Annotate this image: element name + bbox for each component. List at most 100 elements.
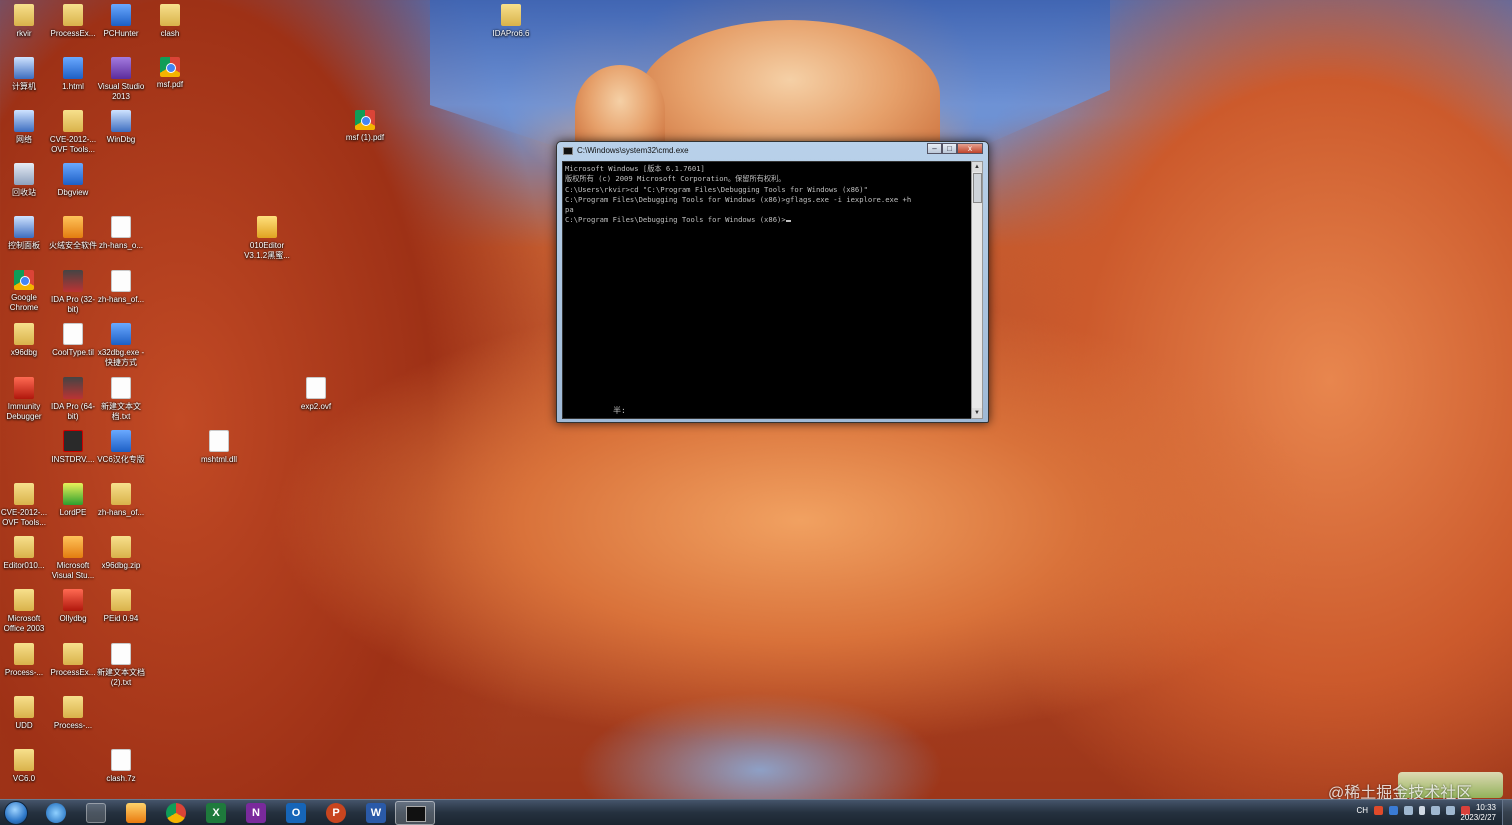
desktop-icon-new-text-2[interactable]: 新建文本文档 (2).txt (94, 643, 148, 688)
desktop-icon-recycle-bin[interactable]: 回收站 (0, 163, 51, 198)
zip-icon (111, 536, 131, 558)
x32dbg-icon (111, 323, 131, 345)
desktop-icon-x32dbg[interactable]: x32dbg.exe - 快捷方式 (94, 323, 148, 368)
ie-file-icon (63, 57, 83, 79)
desktop-icon-zh-hans-of-a[interactable]: zh-hans_of... (94, 270, 148, 305)
desktop-icon-ms-visual-studio[interactable]: Microsoft Visual Stu... (46, 536, 100, 581)
word-icon[interactable]: W (366, 803, 386, 823)
desktop-icon-huorong[interactable]: 火绒安全软件 (46, 216, 100, 251)
sys-icon (63, 430, 83, 452)
language-indicator[interactable]: CH (1356, 806, 1368, 815)
desktop-icon-control-panel[interactable]: 控制面板 (0, 216, 51, 251)
desktop-icon-ida-32[interactable]: IDA Pro (32-bit) (46, 270, 100, 315)
desktop-icon-network[interactable]: 网络 (0, 110, 51, 145)
maximize-button[interactable]: □ (942, 143, 957, 154)
desktop-icon-visual-studio[interactable]: Visual Studio 2013 (94, 57, 148, 102)
desktop-icon-x96dbg-zip[interactable]: x96dbg.zip (94, 536, 148, 571)
vertical-scrollbar[interactable]: ▲ ▼ (971, 161, 983, 419)
desktop-icon-1-html[interactable]: 1.html (46, 57, 100, 92)
desktop-icon-vc6-cn[interactable]: VC6汉化专版 (94, 430, 148, 465)
desktop-icon-cve-2012-a[interactable]: CVE-2012-... OVF Tools... (46, 110, 100, 155)
desktop-icon-clash-7z[interactable]: clash.7z (94, 749, 148, 784)
windbg-icon (111, 110, 131, 132)
onenote-icon[interactable]: N (246, 803, 266, 823)
desktop-icon-process-b[interactable]: Process-... (46, 696, 100, 731)
desktop-icon-cooltype[interactable]: CoolType.til (46, 323, 100, 358)
desktop-icon-editor010[interactable]: Editor010... (0, 536, 51, 571)
desktop-icon-mshtml-dll[interactable]: mshtml.dll (192, 430, 246, 465)
lordpe-icon (63, 483, 83, 505)
cmd-window-title: C:\Windows\system32\cmd.exe (577, 146, 689, 155)
desktop-icon-office-2003[interactable]: Microsoft Office 2003 (0, 589, 51, 634)
cmd-window[interactable]: C:\Windows\system32\cmd.exe – □ x Micros… (556, 141, 989, 423)
desktop-icon-rkvir[interactable]: rkvir (0, 4, 51, 39)
dll-icon (209, 430, 229, 452)
desktop-icon-010editor[interactable]: 010Editor V3.1.2黑蜜... (240, 216, 294, 261)
chrome-icon (14, 270, 34, 290)
minimize-button[interactable]: – (927, 143, 942, 154)
folder-icon (63, 696, 83, 718)
scroll-up-arrow-icon[interactable]: ▲ (972, 162, 982, 172)
desktop-icon-peid[interactable]: PEid 0.94 (94, 589, 148, 624)
network-tray-icon[interactable] (1404, 806, 1413, 815)
close-button[interactable]: x (957, 143, 983, 154)
volume-icon[interactable] (1431, 806, 1440, 815)
cmd-taskbar-button[interactable] (395, 801, 435, 825)
desktop-icon-processex-b[interactable]: ProcessEx... (46, 643, 100, 678)
powerpoint-icon[interactable]: P (326, 803, 346, 823)
desktop-icon-cve-2012-b[interactable]: CVE-2012-... OVF Tools... (0, 483, 51, 528)
desktop-icon-dbgview[interactable]: Dbgview (46, 163, 100, 198)
windows-explorer-icon[interactable] (86, 803, 106, 823)
desktop-icon-msf-1-pdf[interactable]: msf (1).pdf (338, 110, 392, 143)
security-tray-icon[interactable] (1374, 806, 1383, 815)
desktop-icon-udd[interactable]: UDD (0, 696, 51, 731)
desktop-icon-immunity[interactable]: Immunity Debugger (0, 377, 51, 422)
desktop-icon-msf-pdf[interactable]: msf.pdf (143, 57, 197, 90)
ida-icon (63, 270, 83, 292)
desktop-icon-new-text[interactable]: 新建文本文档.txt (94, 377, 148, 422)
cmd-titlebar[interactable]: C:\Windows\system32\cmd.exe – □ x (557, 142, 988, 160)
pchunter-icon (111, 4, 131, 26)
desktop-icon-x96dbg[interactable]: x96dbg (0, 323, 51, 358)
desktop-icon-ida-64[interactable]: IDA Pro (64-bit) (46, 377, 100, 422)
desktop-icon-google-chrome[interactable]: Google Chrome (0, 270, 51, 313)
clock[interactable]: 10:33 2023/2/27 (1460, 803, 1496, 823)
desktop-icon-vc60[interactable]: VC6.0 (0, 749, 51, 784)
desktop-icon-pchunter[interactable]: PCHunter (94, 4, 148, 39)
scroll-thumb[interactable] (973, 173, 982, 203)
desktop-icon-windbg[interactable]: WinDbg (94, 110, 148, 145)
start-orb-icon[interactable] (4, 801, 28, 825)
desktop-icon-zh-hans-o[interactable]: zh-hans_o... (94, 216, 148, 251)
clock-time: 10:33 (1475, 803, 1496, 812)
desktop-icon-lordpe[interactable]: LordPE (46, 483, 100, 518)
desktop-icon-ollydbg[interactable]: Ollydbg (46, 589, 100, 624)
cmd-window-icon[interactable] (563, 147, 573, 155)
text-file-icon (111, 377, 131, 399)
chrome-taskbar-icon[interactable] (166, 803, 186, 823)
show-hidden-icons-icon[interactable] (1419, 806, 1425, 815)
file-icon (111, 749, 131, 771)
desktop-icon-instdrv[interactable]: INSTDRV.... (46, 430, 100, 465)
desktop-icon-zh-hans-of-b[interactable]: zh-hans_of... (94, 483, 148, 518)
help-tray-icon[interactable] (1389, 806, 1398, 815)
console-output[interactable]: Microsoft Windows [版本 6.1.7601] 版权所有 (c) … (562, 161, 975, 419)
console-prompt: C:\Program Files\Debugging Tools for Win… (565, 215, 786, 225)
desktop-icon-processex[interactable]: ProcessEx... (46, 4, 100, 39)
internet-explorer-icon[interactable] (46, 803, 66, 823)
action-center-icon[interactable] (1446, 806, 1455, 815)
immunity-icon (14, 377, 34, 399)
desktop-icon-idapro66[interactable]: IDAPro6.6 (484, 4, 538, 39)
desktop-icon-computer[interactable]: 计算机 (0, 57, 51, 92)
desktop-icon-clash[interactable]: clash (143, 4, 197, 39)
ime-indicator: 半: (613, 405, 626, 415)
desktop-icon-exp2-ovf[interactable]: exp2.ovf (289, 377, 343, 412)
show-desktop-button[interactable] (1502, 800, 1512, 825)
ollydbg-icon (63, 589, 83, 611)
media-player-icon[interactable] (126, 803, 146, 823)
excel-icon[interactable]: X (206, 803, 226, 823)
desktop-icon-process-a[interactable]: Process-... (0, 643, 51, 678)
folder-icon (14, 589, 34, 611)
scroll-down-arrow-icon[interactable]: ▼ (972, 408, 982, 418)
outlook-icon[interactable]: O (286, 803, 306, 823)
chrome-icon (355, 110, 375, 130)
